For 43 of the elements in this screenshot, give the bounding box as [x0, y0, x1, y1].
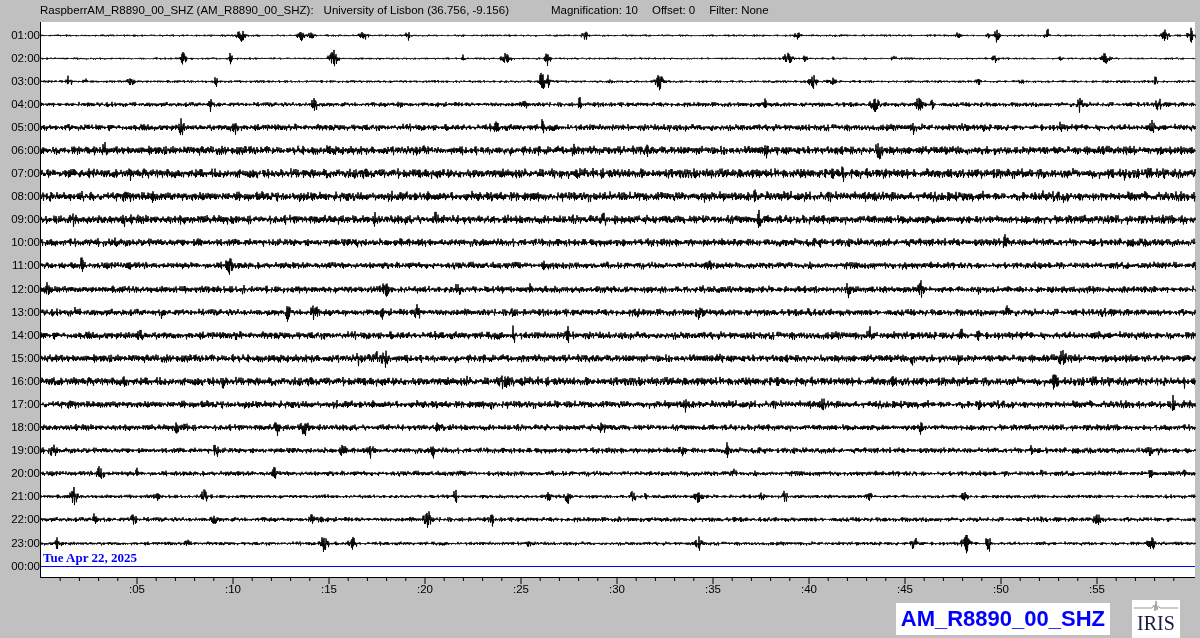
hour-label: 19:00	[10, 443, 40, 459]
hour-label: 23:00	[10, 535, 40, 551]
minute-label: :25	[513, 583, 529, 595]
hour-label: 13:00	[10, 304, 40, 320]
hour-label: 06:00	[10, 142, 40, 158]
minute-label: :10	[225, 583, 241, 595]
hour-label: 00:00	[10, 558, 40, 574]
station-location: University of Lisbon (36.756, -9.156)	[323, 4, 509, 16]
hour-label: 16:00	[10, 373, 40, 389]
hour-label: 17:00	[10, 397, 40, 412]
hour-label: 22:00	[10, 512, 40, 528]
date-label: Tue Apr 22, 2025	[43, 550, 137, 565]
hour-label: 15:00	[10, 350, 40, 366]
hour-label: 03:00	[10, 73, 40, 89]
hour-label: 12:00	[10, 281, 40, 297]
station-name: RaspberrAM_R8890_00_SHZ (AM_R8890_00_SHZ):	[40, 4, 314, 16]
minute-label: :30	[609, 583, 625, 595]
minute-label: :50	[993, 583, 1009, 595]
hour-label: 08:00	[10, 189, 40, 205]
minute-label: :35	[705, 583, 721, 595]
hour-label: 14:00	[10, 327, 40, 343]
hour-label: 20:00	[10, 466, 40, 482]
minute-label: :55	[1089, 583, 1105, 595]
hour-label: 01:00	[10, 27, 40, 43]
hour-label: 10:00	[10, 235, 40, 251]
minute-label: :40	[801, 583, 817, 595]
minute-label: :20	[417, 583, 433, 595]
hour-label: 21:00	[10, 489, 40, 505]
hour-label: 02:00	[10, 50, 40, 66]
hour-label: 11:00	[11, 258, 40, 274]
minute-label: :15	[321, 583, 337, 595]
hour-label: 09:00	[10, 212, 40, 228]
offset-label: Offset: 0	[651, 4, 696, 16]
filter-label: Filter: None	[709, 4, 769, 16]
minute-label: :45	[897, 583, 913, 595]
hour-label: 05:00	[10, 119, 40, 135]
hour-label: 07:00	[10, 166, 40, 182]
hour-label: 04:00	[10, 96, 40, 112]
magnification-label: Magnification: 10	[551, 4, 638, 16]
iris-logo: IRIS	[1132, 600, 1180, 638]
hour-label: 18:00	[10, 420, 40, 436]
channel-label: AM_R8890_00_SHZ	[895, 603, 1110, 635]
minute-label: :05	[129, 583, 145, 595]
